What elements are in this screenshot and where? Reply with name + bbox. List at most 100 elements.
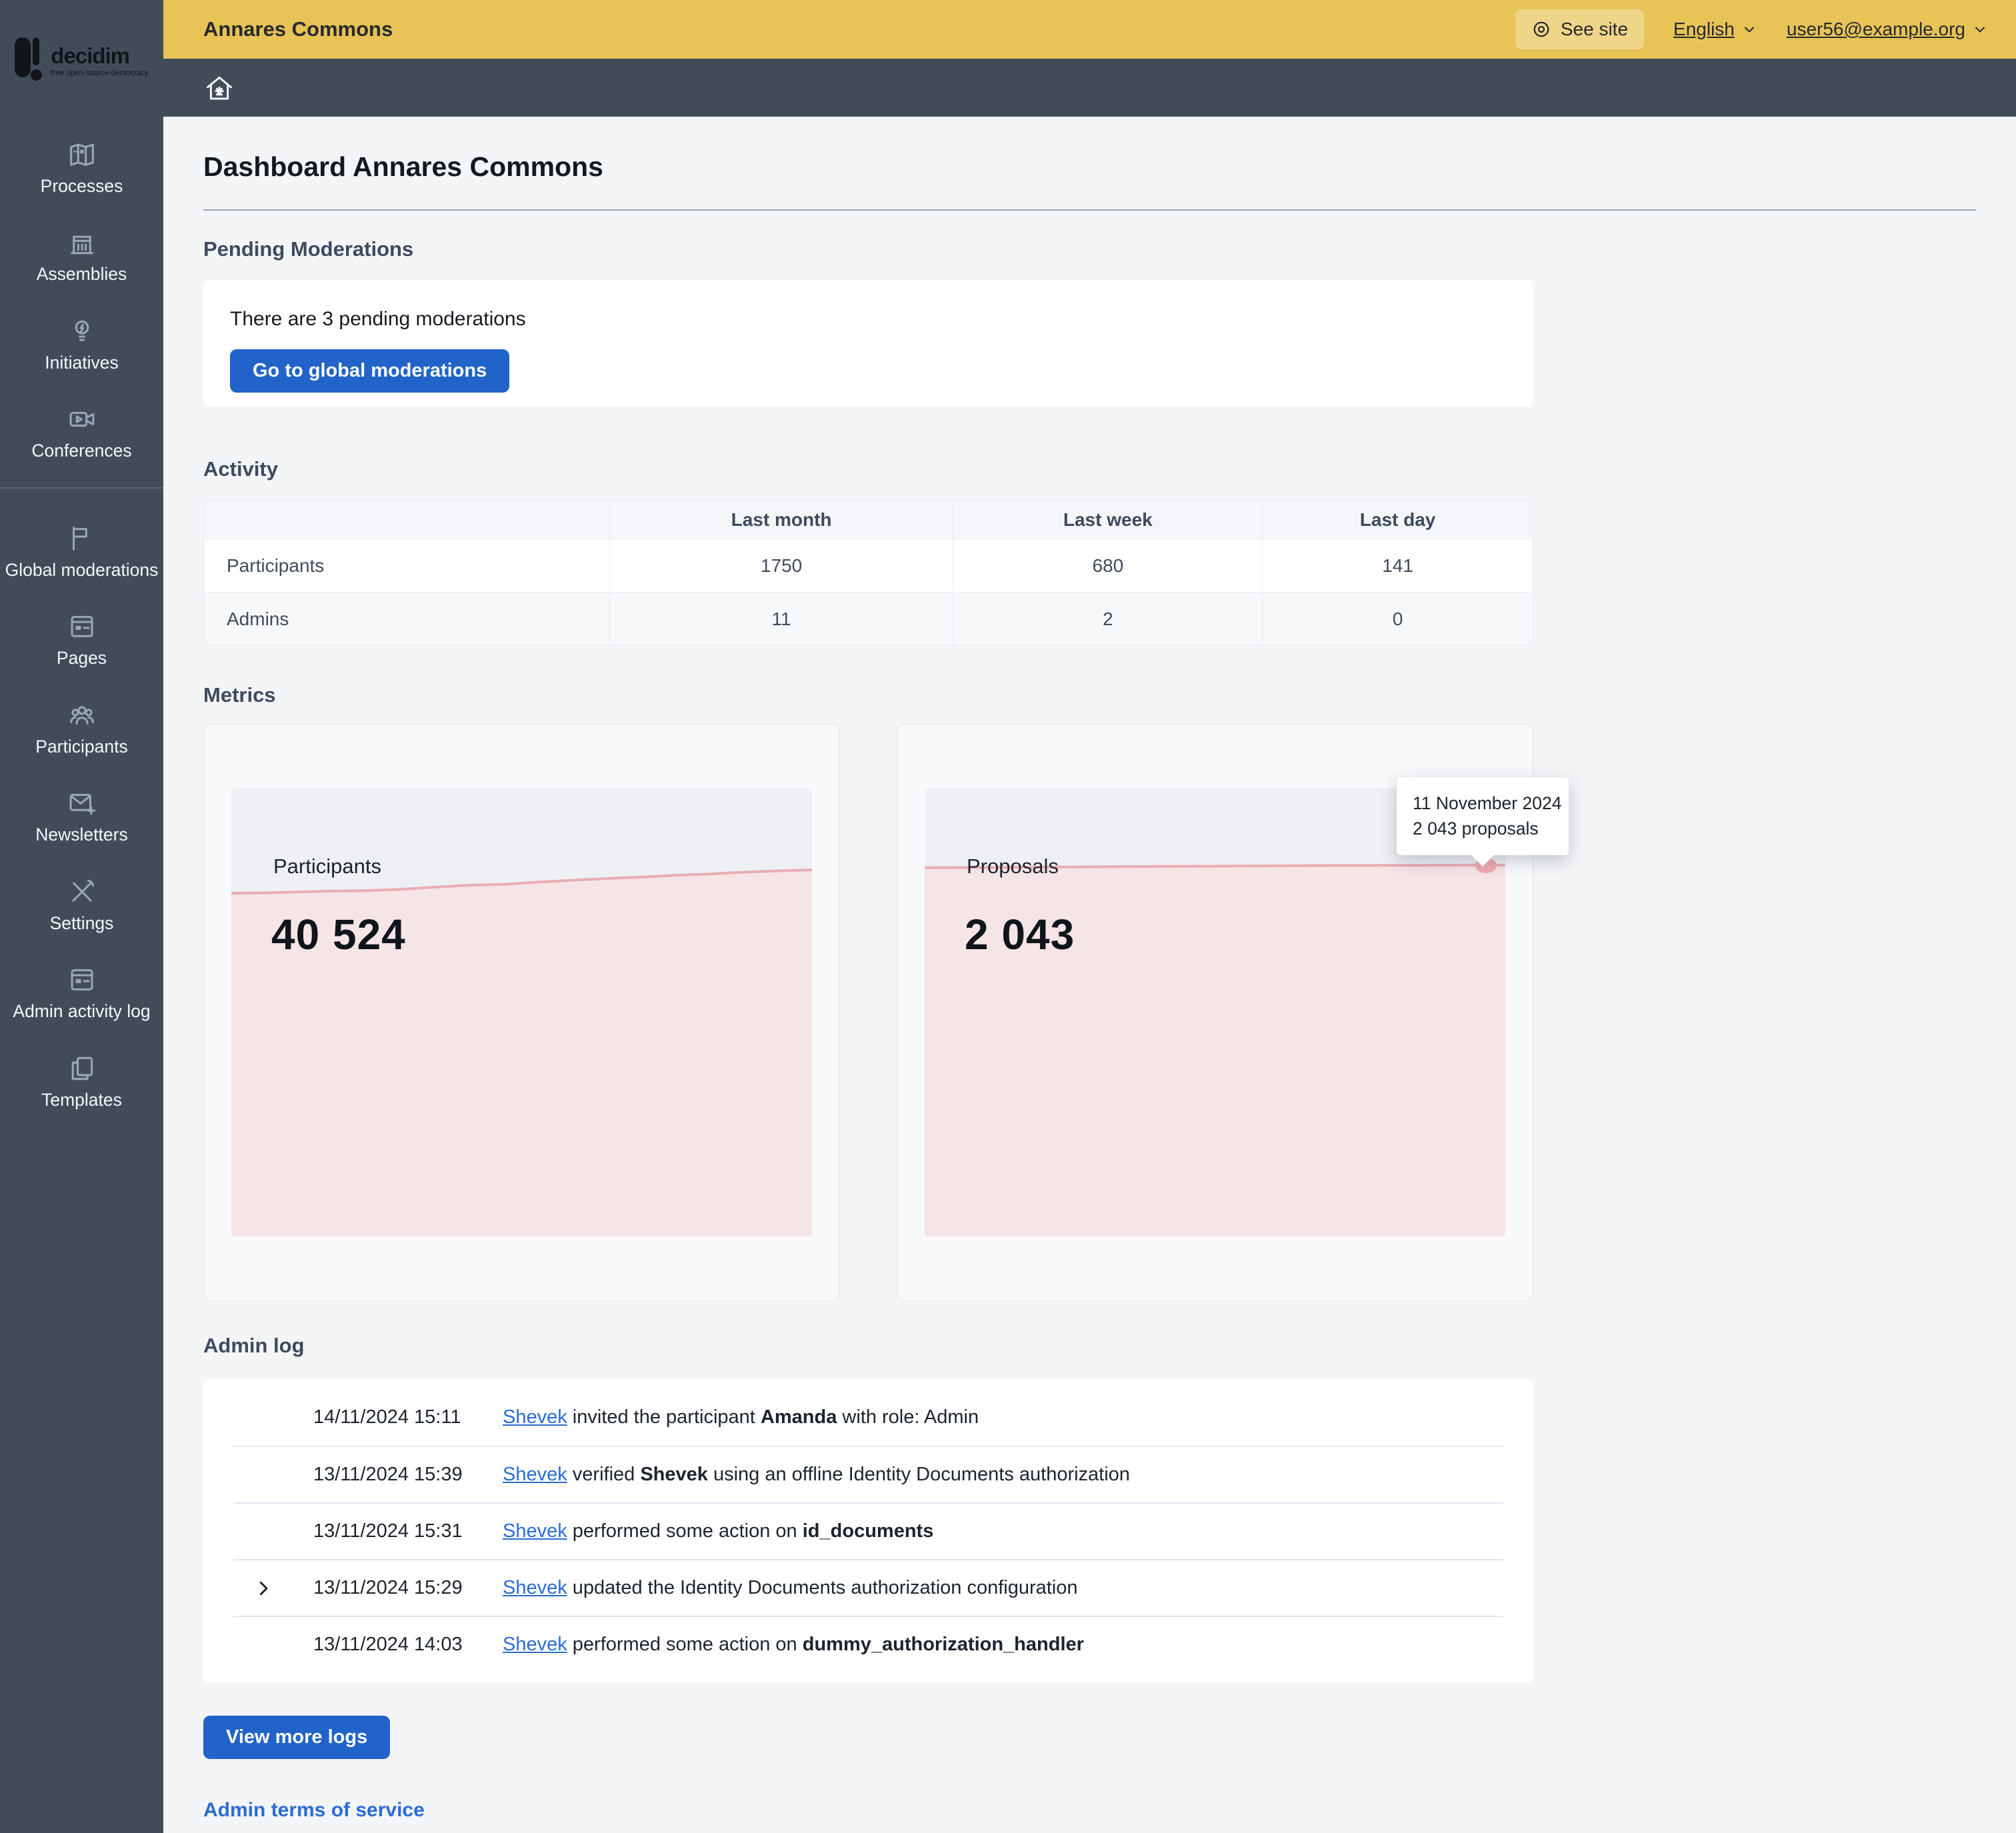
activity-cell: 2 [953,593,1263,646]
metrics-heading: Metrics [203,683,1976,707]
log-timestamp: 13/11/2024 14:03 [313,1634,480,1656]
tools-icon [67,877,97,907]
activity-row-participants: Participants 1750 680 141 [204,539,1533,593]
video-camera-icon [67,404,97,435]
map-icon [67,139,97,170]
sidebar-item-assemblies[interactable]: Assemblies [0,227,163,284]
sidebar-nav: Processes Assemblies Initiatives Confere… [0,117,163,1141]
sidebar-item-global-moderations[interactable]: Global moderations [0,523,163,580]
people-icon [67,700,97,731]
breadcrumb-bar [163,59,2016,117]
see-site-button[interactable]: See site [1515,9,1644,49]
actor-link[interactable]: Shevek [503,1520,567,1542]
activity-header-last-week: Last week [953,501,1263,539]
log-message: Shevek performed some action on dummy_au… [503,1634,1084,1656]
page-title: Dashboard Annares Commons [203,151,1976,183]
admin-terms-link[interactable]: Admin terms of service [203,1799,425,1822]
metric-label: Proposals [967,855,1059,879]
actor-link[interactable]: Shevek [503,1406,567,1428]
activity-cell: 0 [1263,593,1533,646]
pending-moderations-message: There are 3 pending moderations [230,308,1507,331]
sidebar-item-initiatives[interactable]: Initiatives [0,316,163,373]
metric-label: Participants [273,855,381,879]
log-message: Shevek invited the participant Amanda wi… [503,1406,979,1428]
sidebar-item-admin-activity-log[interactable]: Admin activity log [0,964,163,1021]
metric-value: 2 043 [965,910,1075,959]
sidebar-item-conferences[interactable]: Conferences [0,404,163,461]
activity-header-last-month: Last month [609,501,953,539]
actor-link[interactable]: Shevek [503,1634,567,1655]
activity-table: Last month Last week Last day Participan… [203,500,1533,646]
language-selector[interactable]: English [1673,19,1757,40]
log-message: Shevek updated the Identity Documents au… [503,1577,1078,1599]
activity-cell: 1750 [609,539,953,593]
log-timestamp: 13/11/2024 15:29 [313,1577,480,1599]
log-gutter [233,1578,313,1598]
tooltip-date: 11 November 2024 [1413,791,1553,816]
log-timestamp: 14/11/2024 15:11 [313,1406,480,1428]
organization-title: Annares Commons [203,17,393,41]
activity-row-label: Admins [204,593,610,646]
log-message: Shevek verified Shevek using an offline … [503,1464,1130,1486]
admin-log-card: 14/11/2024 15:11 Shevek invited the part… [203,1379,1533,1682]
lightbulb-icon [67,316,97,347]
log-message: Shevek performed some action on id_docum… [503,1520,933,1542]
sidebar-item-templates[interactable]: Templates [0,1053,163,1110]
activity-header-row: Last month Last week Last day [204,501,1533,539]
flag-icon [67,523,97,554]
activity-header-last-day: Last day [1263,501,1533,539]
activity-row-admins: Admins 11 2 0 [204,593,1533,646]
bullseye-icon [1531,19,1551,39]
sidebar-divider [0,487,163,489]
decidim-logo-mark [15,37,44,85]
proposals-chart[interactable]: Proposals 2 043 11 November 2024 2 043 p… [925,788,1505,1236]
participants-chart[interactable]: Participants 40 524 [231,788,812,1236]
metrics-row: Participants 40 524 Proposals 2 043 11 N… [203,723,1533,1302]
sidebar-item-settings[interactable]: Settings [0,877,163,933]
log-timestamp: 13/11/2024 15:31 [313,1520,480,1542]
chevron-down-icon [1972,21,1988,37]
activity-row-label: Participants [204,539,610,593]
activity-log-icon [67,964,97,995]
bank-icon [67,227,97,258]
log-entry: 13/11/2024 15:29 Shevek updated the Iden… [233,1559,1503,1616]
view-more-logs-button[interactable]: View more logs [203,1716,390,1759]
metric-card-participants: Participants 40 524 [203,723,840,1302]
chevron-down-icon [1741,21,1757,37]
page-icon [67,611,97,642]
title-divider [203,209,1976,211]
go-to-global-moderations-button[interactable]: Go to global moderations [230,349,509,393]
activity-cell: 680 [953,539,1263,593]
decidim-logo[interactable]: decidim free open-source democracy [0,0,163,117]
activity-cell: 141 [1263,539,1533,593]
mail-plus-icon [67,788,97,819]
sidebar-item-participants[interactable]: Participants [0,700,163,757]
metric-value: 40 524 [271,910,406,959]
actor-link[interactable]: Shevek [503,1577,567,1598]
pending-moderations-card: There are 3 pending moderations Go to gl… [203,280,1533,407]
decidim-tagline: free open-source democracy [51,70,148,78]
user-menu[interactable]: user56@example.org [1787,19,1988,40]
admin-sidebar: decidim free open-source democracy Proce… [0,0,163,1833]
chart-tooltip: 11 November 2024 2 043 proposals [1397,777,1569,855]
log-entry: 13/11/2024 14:03 Shevek performed some a… [233,1616,1503,1672]
activity-header-empty [204,501,610,539]
home-button[interactable] [203,72,235,104]
decidim-wordmark: decidim [51,45,148,67]
log-timestamp: 13/11/2024 15:39 [313,1464,480,1486]
activity-cell: 11 [609,593,953,646]
top-bar: Annares Commons See site English user56@… [163,0,2016,59]
home-icon [203,72,235,104]
sidebar-item-pages[interactable]: Pages [0,611,163,668]
tooltip-value: 2 043 proposals [1413,816,1553,841]
activity-heading: Activity [203,457,1976,481]
admin-log-heading: Admin log [203,1334,1976,1358]
actor-link[interactable]: Shevek [503,1464,567,1485]
pending-moderations-heading: Pending Moderations [203,237,1976,261]
log-entry: 13/11/2024 15:31 Shevek performed some a… [233,1502,1503,1559]
sidebar-item-processes[interactable]: Processes [0,139,163,196]
chevron-right-icon[interactable] [253,1578,273,1598]
main-content: Dashboard Annares Commons Pending Modera… [163,117,2016,1833]
sidebar-item-newsletters[interactable]: Newsletters [0,788,163,845]
metric-card-proposals: Proposals 2 043 11 November 2024 2 043 p… [897,723,1533,1302]
